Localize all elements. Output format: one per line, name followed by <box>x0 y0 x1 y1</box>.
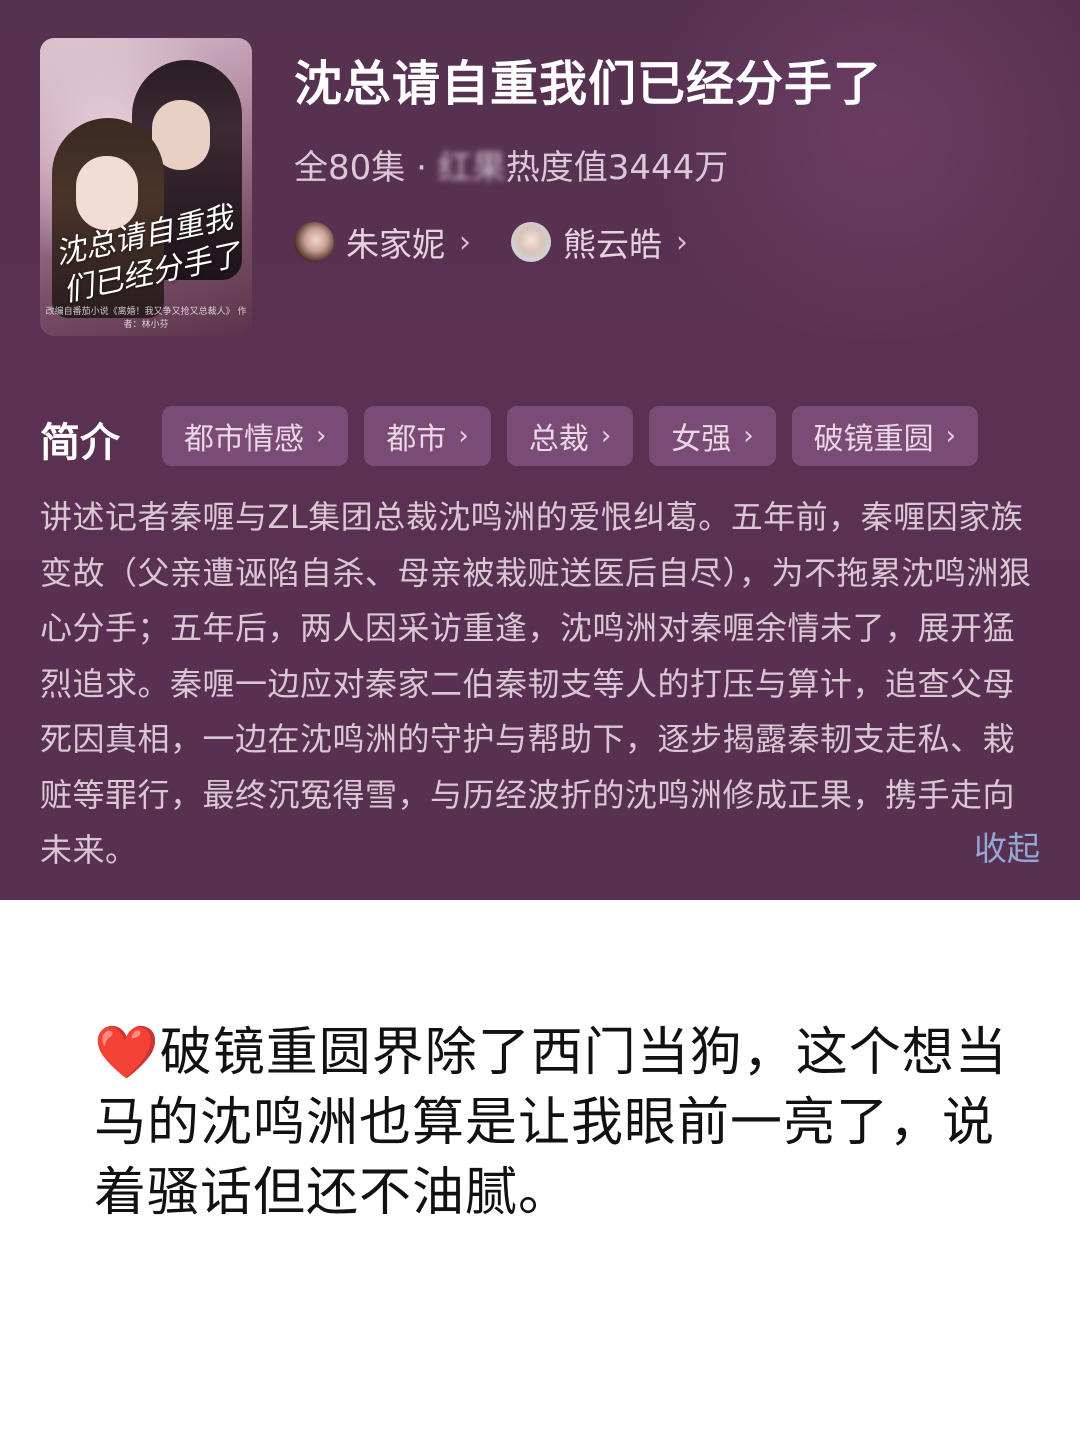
intro-heading: 简介 <box>40 420 120 466</box>
actor-name: 朱家妮 <box>346 225 445 264</box>
meta-separator: · <box>405 148 438 188</box>
collapse-link[interactable]: 收起 <box>974 822 1040 870</box>
poster-credit: 改编自番茄小说《离婚！我又争又抢又总裁人》 作者：林小芬 <box>45 307 247 330</box>
drama-title: 沈总请自重我们已经分手了 <box>294 56 883 112</box>
episode-count: 全80集 <box>294 148 406 188</box>
tag-reunion[interactable]: 破镜重圆 › <box>791 406 979 466</box>
user-comment: ❤️破镜重圆界除了西门当狗，这个想当马的沈鸣洲也算是让我眼前一亮了，说着骚话但还… <box>94 1018 1024 1228</box>
poster-actress-face <box>76 156 138 230</box>
drama-header-panel: 沈总请自重我们已经分手了 改编自番茄小说《离婚！我又争又抢又总裁人》 作者：林小… <box>0 0 1080 900</box>
actor-link-xiong[interactable]: 熊云皓 › <box>511 218 688 266</box>
chevron-right-icon: › <box>459 224 471 260</box>
platform-name-obscured: 红果 <box>437 148 506 188</box>
avatar <box>294 222 334 262</box>
tag-label: 总裁 <box>528 422 589 457</box>
chevron-right-icon: › <box>316 421 327 451</box>
tag-urban[interactable]: 都市 › <box>364 406 491 466</box>
drama-poster[interactable]: 沈总请自重我们已经分手了 改编自番茄小说《离婚！我又争又抢又总裁人》 作者：林小… <box>40 38 252 336</box>
tag-ceo[interactable]: 总裁 › <box>506 406 634 466</box>
chevron-right-icon: › <box>743 421 754 451</box>
heart-icon: ❤️ <box>94 1023 160 1083</box>
tag-label: 女强 <box>671 422 732 457</box>
chevron-right-icon: › <box>676 224 688 260</box>
actor-list: 朱家妮 › 熊云皓 › <box>294 218 688 266</box>
avatar <box>511 222 551 262</box>
popularity-value: 热度值3444万 <box>505 148 729 188</box>
actor-link-zhu[interactable]: 朱家妮 › <box>294 218 471 266</box>
drama-meta: 全80集 · 红果热度值3444万 <box>294 140 728 189</box>
comment-text: 破镜重圆界除了西门当狗，这个想当马的沈鸣洲也算是让我眼前一亮了，说着骚话但还不油… <box>94 1023 1008 1223</box>
tag-label: 都市 <box>386 422 447 457</box>
genre-tag-list: 都市情感 › 都市 › 总裁 › 女强 › 破镜重圆 › <box>162 406 979 466</box>
tag-urban-romance[interactable]: 都市情感 › <box>162 406 349 466</box>
chevron-right-icon: › <box>458 421 469 451</box>
tag-strong-heroine[interactable]: 女强 › <box>649 406 776 466</box>
chevron-right-icon: › <box>600 421 612 451</box>
synopsis-text: 讲述记者秦喱与ZL集团总裁沈鸣洲的爱恨纠葛。五年前，秦喱因家族变故（父亲遭诬陷自… <box>40 498 1032 869</box>
actor-name: 熊云皓 <box>563 225 662 264</box>
tag-label: 破镜重圆 <box>813 422 934 457</box>
chevron-right-icon: › <box>945 421 957 451</box>
tag-label: 都市情感 <box>184 422 304 457</box>
